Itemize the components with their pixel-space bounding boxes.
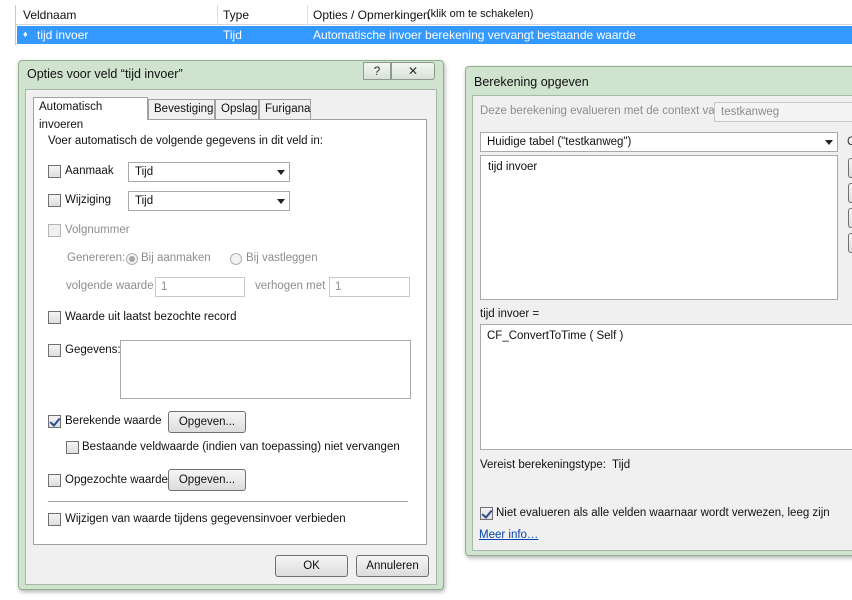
genereren-label: Genereren: <box>67 252 126 264</box>
aanmaak-value: Tijd <box>135 166 154 178</box>
chevron-down-icon <box>277 170 285 175</box>
field-type: Tijd <box>223 28 242 42</box>
operator-button[interactable] <box>848 183 852 203</box>
opgeven-lookup-button[interactable]: Opgeven... <box>168 469 246 491</box>
wijzigen-verbieden-checkbox[interactable] <box>48 513 61 526</box>
column-header-type[interactable]: Type <box>223 8 249 22</box>
volgende-waarde-label: volgende waarde <box>66 280 154 292</box>
aanmaak-label: Aanmaak <box>65 165 114 177</box>
tab-automatisch-invoeren[interactable]: Automatisch invoeren <box>33 97 148 131</box>
context-select[interactable]: testkanweg <box>714 102 852 122</box>
radio-bij-aanmaken-label: Bij aanmaken <box>141 252 211 264</box>
field-list-item[interactable]: tijd invoer <box>488 161 537 173</box>
berekende-waarde-label: Berekende waarde <box>65 415 162 427</box>
row-marker-icon: ♦ <box>23 29 28 39</box>
radio-bij-vastleggen-label: Bij vastleggen <box>246 252 318 264</box>
context-label: Deze berekening evalueren met de context… <box>480 105 725 117</box>
options-dialog-title: Opties voor veld “tijd invoer” <box>27 67 183 81</box>
calc-dialog-title: Berekening opgeven <box>474 75 589 89</box>
cut-off-label: C <box>847 136 852 148</box>
bestaande-veldwaarde-checkbox[interactable] <box>66 441 79 454</box>
aanmaak-select[interactable]: Tijd <box>128 162 290 182</box>
wijziging-label: Wijziging <box>65 194 112 206</box>
volgende-waarde-input[interactable]: 1 <box>155 277 245 297</box>
wijziging-select[interactable]: Tijd <box>128 191 290 211</box>
tab-opslag[interactable]: Opslag <box>215 99 259 119</box>
last-record-label: Waarde uit laatst bezochte record <box>65 311 237 323</box>
field-name: tijd invoer <box>37 28 89 42</box>
gegevens-textarea[interactable] <box>120 340 411 399</box>
no-eval-checkbox[interactable] <box>480 507 493 520</box>
gegevens-checkbox[interactable] <box>48 344 61 357</box>
options-titlebar: Opties voor veld “tijd invoer” ? ✕ <box>19 61 443 89</box>
auto-enter-intro: Voer automatisch de volgende gegevens in… <box>48 135 323 147</box>
aanmaak-checkbox[interactable] <box>48 165 61 178</box>
divider <box>48 501 408 502</box>
opgezochte-waarde-label: Opgezochte waarde <box>65 474 168 486</box>
calc-result-label: tijd invoer = <box>480 308 540 320</box>
no-eval-label: Niet evalueren als alle velden waarnaar … <box>496 507 830 519</box>
table-select-value: Huidige tabel ("testkanweg") <box>487 136 632 148</box>
table-select[interactable]: Huidige tabel ("testkanweg") <box>480 132 838 152</box>
field-table: Veldnaam Type Opties / Opmerkingen (klik… <box>15 5 852 45</box>
verhogen-met-input[interactable]: 1 <box>329 277 410 297</box>
tab-furigana[interactable]: Furigana <box>259 99 311 119</box>
tab-bevestiging[interactable]: Bevestiging <box>148 99 215 119</box>
formula-text: CF_ConvertToTime ( Self ) <box>487 330 624 342</box>
field-options: Automatische invoer berekening vervangt … <box>313 28 636 42</box>
column-header-hint: (klik om te schakelen) <box>427 8 534 20</box>
last-record-checkbox[interactable] <box>48 311 61 324</box>
help-button[interactable]: ? <box>363 62 391 80</box>
formula-editor[interactable]: CF_ConvertToTime ( Self ) <box>480 324 852 450</box>
radio-bij-vastleggen[interactable] <box>230 253 242 265</box>
column-header-fieldname[interactable]: Veldnaam <box>23 8 76 22</box>
operator-button[interactable] <box>848 208 852 228</box>
berekende-waarde-checkbox[interactable] <box>48 415 61 428</box>
volgnummer-label: Volgnummer <box>65 224 130 236</box>
wijziging-value: Tijd <box>135 195 154 207</box>
close-icon: ✕ <box>407 64 419 78</box>
operator-button[interactable] <box>848 158 852 178</box>
wijziging-checkbox[interactable] <box>48 194 61 207</box>
wijzigen-verbieden-label: Wijzigen van waarde tijdens gegevensinvo… <box>65 513 346 525</box>
field-list[interactable]: tijd invoer <box>480 155 838 300</box>
operator-button[interactable] <box>848 233 852 253</box>
bestaande-veldwaarde-label: Bestaande veldwaarde (indien van toepass… <box>82 441 400 453</box>
close-button[interactable]: ✕ <box>391 62 435 80</box>
column-header-options[interactable]: Opties / Opmerkingen <box>313 8 430 22</box>
volgnummer-checkbox[interactable] <box>48 224 61 237</box>
field-table-header: Veldnaam Type Opties / Opmerkingen (klik… <box>16 5 852 25</box>
chevron-down-icon <box>825 140 833 145</box>
ok-button[interactable]: OK <box>275 555 348 577</box>
context-value: testkanweg <box>721 106 780 118</box>
chevron-down-icon <box>277 199 285 204</box>
calc-titlebar: Berekening opgeven <box>466 67 852 95</box>
radio-bij-aanmaken[interactable] <box>126 253 138 265</box>
opgeven-calc-button[interactable]: Opgeven... <box>168 411 246 433</box>
field-row-selected[interactable]: ♦ tijd invoer Tijd Automatische invoer b… <box>17 26 852 44</box>
more-info-link[interactable]: Meer info… <box>479 529 538 541</box>
cancel-button[interactable]: Annuleren <box>356 555 429 577</box>
gegevens-label: Gegevens: <box>65 344 121 356</box>
opgezochte-waarde-checkbox[interactable] <box>48 474 61 487</box>
verhogen-met-label: verhogen met <box>255 280 326 292</box>
result-type-label: Vereist berekeningstype: <box>480 459 606 471</box>
result-type-value: Tijd <box>612 459 631 471</box>
